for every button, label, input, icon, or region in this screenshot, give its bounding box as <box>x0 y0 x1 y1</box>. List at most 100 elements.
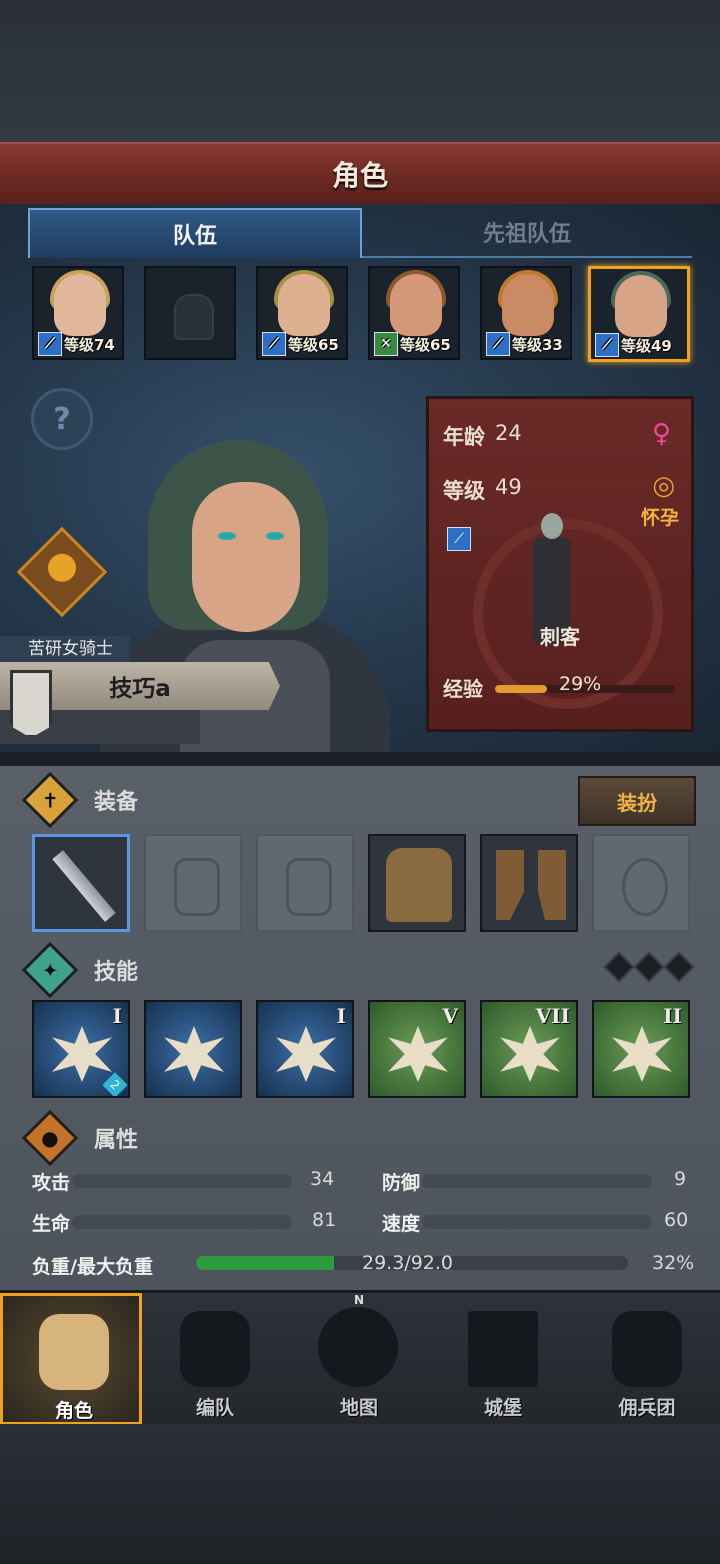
tab-team[interactable]: 队伍 <box>28 208 362 258</box>
exp-progress-fill <box>495 685 548 693</box>
figure-head <box>541 513 563 539</box>
hero-title: 苦研女骑士 <box>28 639 113 659</box>
skill-slot[interactable] <box>144 1000 242 1098</box>
banner-shield-icon <box>10 670 52 738</box>
stat-defense: 防御 9 <box>382 1168 687 1194</box>
help-button[interactable]: ? <box>31 388 93 450</box>
skill-rank: VII <box>535 1004 570 1028</box>
hero-title-tag: 苦研女骑士 <box>0 636 130 662</box>
stat-load-percent: 32% <box>652 1252 695 1274</box>
attributes-section-icon: ● <box>21 1109 79 1167</box>
nav-formation[interactable]: 编队 <box>144 1293 286 1425</box>
team-roster: ⟋ 等级74 ⟋ 等级65 ✕ 等级65 ⟋ 等级33 ⟋ 等级49 <box>32 266 692 362</box>
tab-ancestor-team[interactable]: 先祖队伍 <box>362 208 692 258</box>
sword-icon: ⟋ <box>38 332 62 356</box>
level-row: 等级 49 <box>443 475 522 503</box>
sword-icon: ⟋ <box>262 332 286 356</box>
equip-slot-helmet[interactable] <box>256 834 354 932</box>
crossed-swords-icon: ✕ <box>374 332 398 356</box>
mercenary-banner-icon <box>612 1311 682 1387</box>
top-background <box>0 0 720 142</box>
blade-strike-icon <box>52 1026 112 1082</box>
exp-percent: 29% <box>559 673 602 695</box>
equip-slot-shield[interactable] <box>144 834 242 932</box>
hero-face <box>192 482 300 632</box>
skills-title: 技能 <box>94 960 139 985</box>
dagger-icon <box>52 850 116 922</box>
bottom-background <box>0 1424 720 1564</box>
skill-rank: I <box>112 1004 122 1028</box>
equip-slot-weapon[interactable] <box>32 834 130 932</box>
character-portrait <box>502 274 554 336</box>
helmet-shield-icon <box>180 1311 250 1387</box>
passive-skill-icon <box>388 1026 448 1082</box>
skill-point-diamond <box>603 951 635 983</box>
nav-character[interactable]: 角色 <box>0 1293 142 1425</box>
sword-icon: ⟋ <box>447 527 471 551</box>
question-icon: ? <box>53 401 71 437</box>
roster-slot[interactable]: ⟋ 等级65 <box>256 266 348 360</box>
skill-slot[interactable]: I <box>256 1000 354 1098</box>
roster-level: ⟋ 等级49 <box>595 333 672 357</box>
dagger-icon: ✝ <box>41 787 59 812</box>
burst-icon <box>500 1026 560 1082</box>
skill-point-diamond <box>633 951 665 983</box>
burst-icon <box>612 1026 672 1082</box>
hero-trait: 技巧a <box>109 676 171 702</box>
leg-armor-icon <box>496 850 566 920</box>
equip-slot-ring[interactable] <box>592 834 690 932</box>
equipment-section-icon: ✝ <box>21 771 79 829</box>
skill-slot[interactable]: V <box>368 1000 466 1098</box>
attributes-title: 属性 <box>94 1128 139 1153</box>
stat-speed: 速度 60 <box>382 1209 689 1235</box>
character-portrait <box>278 274 330 336</box>
skill-slot[interactable]: VII <box>480 1000 578 1098</box>
roster-slot-empty[interactable] <box>144 266 236 360</box>
skill-point-diamond <box>663 951 695 983</box>
age-row: 年龄 24 <box>443 421 522 449</box>
castle-icon <box>468 1311 538 1387</box>
equipment-title: 装备 <box>94 790 139 815</box>
skill-slot[interactable]: II <box>592 1000 690 1098</box>
pregnant-status: 怀孕 <box>640 507 679 529</box>
roster-level: ⟋ 等级33 <box>486 332 563 356</box>
character-portrait <box>390 274 442 336</box>
character-info-card: 年龄 24 ♀ 等级 49 ◎ 怀孕 ⟋ 刺客 经验 29% <box>426 396 694 732</box>
skills-header: ✦ 技能 <box>21 941 664 999</box>
nav-castle[interactable]: 城堡 <box>432 1293 574 1425</box>
compass-north-label: N <box>354 1293 365 1307</box>
skill-points-indicator <box>603 951 695 983</box>
page-title: 角色 <box>331 159 388 192</box>
equip-slot-armor[interactable] <box>368 834 466 932</box>
compass-map-icon <box>318 1307 398 1387</box>
helmet-icon <box>286 858 332 916</box>
nav-map[interactable]: N 地图 <box>288 1293 430 1425</box>
team-tabs: 队伍 先祖队伍 <box>28 208 692 258</box>
skill-slot[interactable]: I 2 <box>32 1000 130 1098</box>
figure-icon: ● <box>41 1125 59 1150</box>
age-value: 24 <box>495 421 522 445</box>
skill-badge: 2 <box>102 1072 128 1096</box>
target-debuff-icon <box>276 1026 336 1082</box>
helmet-placeholder-icon <box>174 294 214 340</box>
roster-slot[interactable]: ⟋ 等级33 <box>480 266 572 360</box>
sword-icon: ⟋ <box>486 332 510 356</box>
stat-hp: 生命 81 <box>32 1209 337 1235</box>
potion-icon <box>48 553 76 582</box>
load-progress-fill <box>196 1256 335 1270</box>
exp-label: 经验 <box>443 677 483 701</box>
skill-rank: I <box>336 1004 346 1028</box>
roster-slot[interactable]: ✕ 等级65 <box>368 266 460 360</box>
title-banner: 角色 <box>0 142 720 207</box>
ring-icon <box>622 858 668 916</box>
roster-level: ✕ 等级65 <box>374 332 451 356</box>
roster-slot-selected[interactable]: ⟋ 等级49 <box>588 266 690 362</box>
nav-mercenary[interactable]: 佣兵团 <box>576 1293 718 1425</box>
dress-up-button[interactable]: 装扮 <box>578 776 696 826</box>
roster-slot[interactable]: ⟋ 等级74 <box>32 266 124 360</box>
star-icon: ✦ <box>41 957 59 982</box>
armor-vest-icon <box>386 848 452 922</box>
character-portrait <box>54 274 106 336</box>
equipment-header: ✝ 装备 <box>21 771 664 829</box>
equip-slot-legs[interactable] <box>480 834 578 932</box>
